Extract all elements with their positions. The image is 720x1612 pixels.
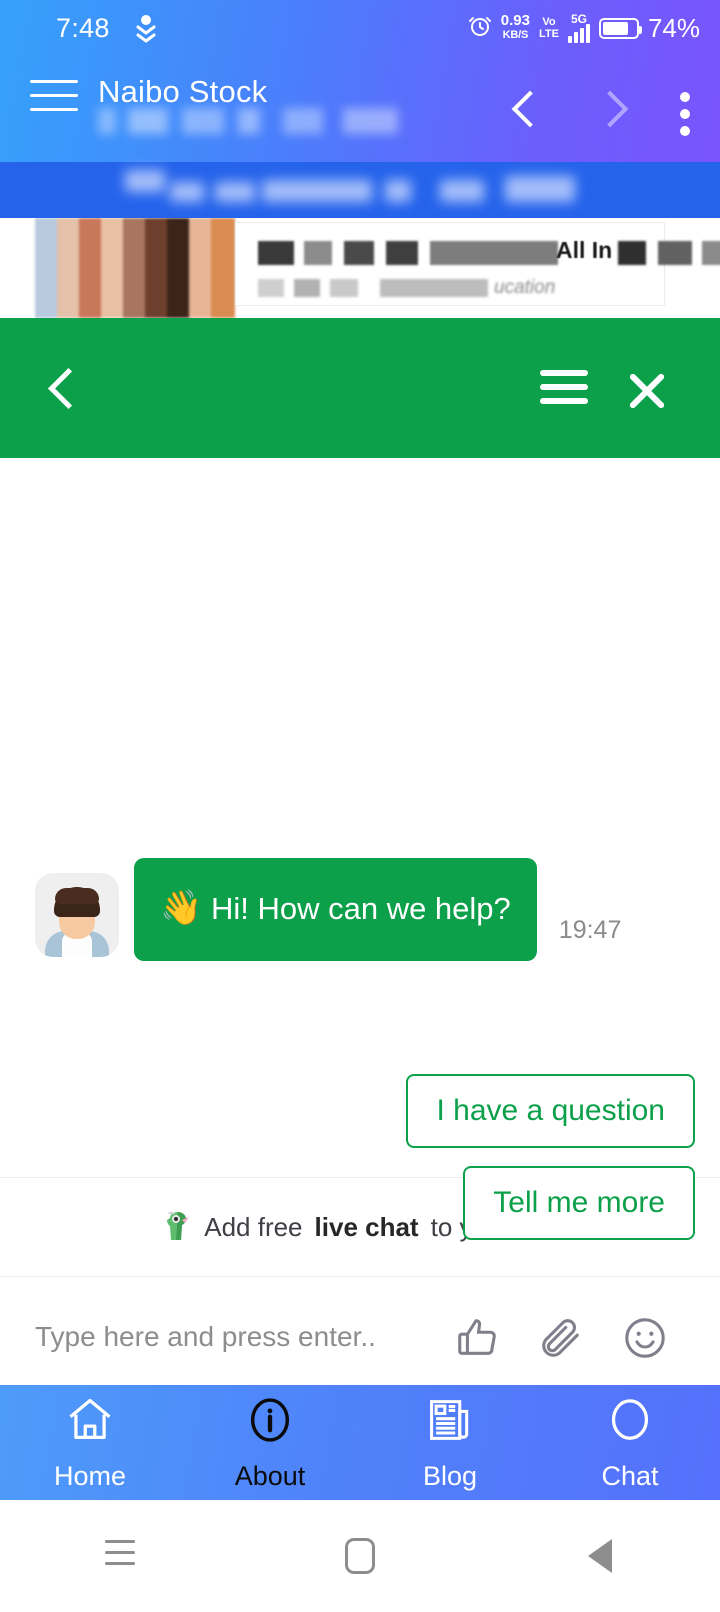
chat-message: 👋 Hi! How can we help? 19:47	[0, 858, 720, 961]
message-input-placeholder[interactable]: Type here and press enter..	[35, 1321, 376, 1353]
back-triangle-icon[interactable]	[480, 1500, 720, 1612]
status-icons: 0.93 KB/S Vo LTE 5G 74%	[468, 0, 700, 56]
signal-bars-icon: 5G	[567, 13, 590, 43]
thumbs-up-icon[interactable]	[454, 1315, 500, 1366]
battery-percent: 74%	[647, 12, 700, 43]
url-bar[interactable]	[98, 108, 398, 134]
chat-circle-icon	[604, 1394, 656, 1451]
download-arrow-icon	[135, 14, 157, 49]
chevron-right-icon[interactable]	[570, 56, 650, 162]
alarm-clock-icon	[468, 14, 492, 43]
battery-icon	[598, 17, 642, 39]
nav-item-blog[interactable]: Blog	[360, 1385, 540, 1500]
nav-label-blog: Blog	[422, 1460, 478, 1491]
page-title: Naibo Stock	[98, 74, 268, 109]
newspaper-icon	[424, 1394, 476, 1451]
chat-message-time: 19:47	[558, 915, 622, 944]
chat-bubble-agent: 👋 Hi! How can we help?	[134, 858, 537, 961]
nav-item-chat[interactable]: Chat	[540, 1385, 720, 1500]
article-headline-blurred	[258, 241, 558, 265]
home-square-icon[interactable]	[240, 1500, 480, 1612]
smiley-face-icon[interactable]	[622, 1315, 668, 1366]
chat-message-list: 👋 Hi! How can we help? 19:47 I have a qu…	[0, 458, 720, 1240]
article-subline-fragment: ucation	[494, 277, 556, 298]
nav-label-chat: Chat	[601, 1460, 659, 1491]
tawk-bird-icon	[162, 1210, 192, 1244]
quick-reply-question[interactable]: I have a question	[406, 1074, 695, 1148]
nav-item-about[interactable]: About	[180, 1385, 360, 1500]
nav-item-home[interactable]: Home	[0, 1385, 180, 1500]
hamburger-menu-icon[interactable]	[30, 80, 78, 120]
article-headline-blurred-tail	[618, 241, 720, 265]
article-text-panel: All In ucation	[235, 222, 720, 306]
site-navbar-blurred	[0, 162, 720, 218]
article-headline-fragment: All In	[556, 237, 613, 263]
agent-avatar	[35, 872, 119, 957]
chat-header	[0, 318, 720, 458]
article-subline-blurred	[258, 279, 488, 297]
kebab-menu-icon[interactable]	[650, 56, 720, 162]
system-navigation-bar	[0, 1500, 720, 1612]
paperclip-icon[interactable]	[538, 1315, 584, 1366]
info-circle-icon	[244, 1394, 296, 1451]
composer-tools	[454, 1315, 668, 1366]
bottom-navigation: Home About Blog Chat	[0, 1385, 720, 1500]
nav-label-about: About	[234, 1460, 306, 1491]
nav-label-home: Home	[53, 1460, 127, 1491]
status-time: 7:48	[56, 12, 110, 43]
close-x-icon[interactable]	[624, 368, 670, 414]
page-article-card[interactable]: All In ucation	[0, 218, 720, 318]
volte-indicator: Vo LTE	[538, 16, 559, 40]
phone-screen: 7:48 0.93 KB/S Vo LTE 5G 74% Naibo Stock…	[0, 0, 720, 1612]
live-chat-widget: 👋 Hi! How can we help? 19:47 I have a qu…	[0, 318, 720, 1404]
browser-toolbar: Naibo Stock	[0, 56, 720, 162]
article-thumbnail	[35, 218, 235, 318]
chevron-left-icon[interactable]	[490, 56, 570, 162]
hamburger-menu-icon[interactable]	[540, 370, 588, 408]
browser-chrome: 7:48 0.93 KB/S Vo LTE 5G 74% Naibo Stock	[0, 0, 720, 162]
status-bar: 7:48 0.93 KB/S Vo LTE 5G 74%	[0, 0, 720, 56]
network-speed: 0.93 KB/S	[500, 12, 530, 41]
quick-reply-tell-more[interactable]: Tell me more	[463, 1166, 695, 1240]
quick-reply-group: I have a question Tell me more	[406, 1074, 695, 1240]
chat-bubble-text: Hi! How can we help?	[210, 891, 511, 926]
chevron-left-icon[interactable]	[42, 366, 86, 410]
home-icon	[64, 1394, 116, 1451]
recents-icon[interactable]	[0, 1500, 240, 1612]
waving-hand-icon: 👋	[160, 889, 203, 927]
browser-nav-buttons	[490, 56, 720, 162]
branding-prefix: Add free	[204, 1211, 303, 1242]
branding-emphasis: live chat	[314, 1211, 419, 1242]
